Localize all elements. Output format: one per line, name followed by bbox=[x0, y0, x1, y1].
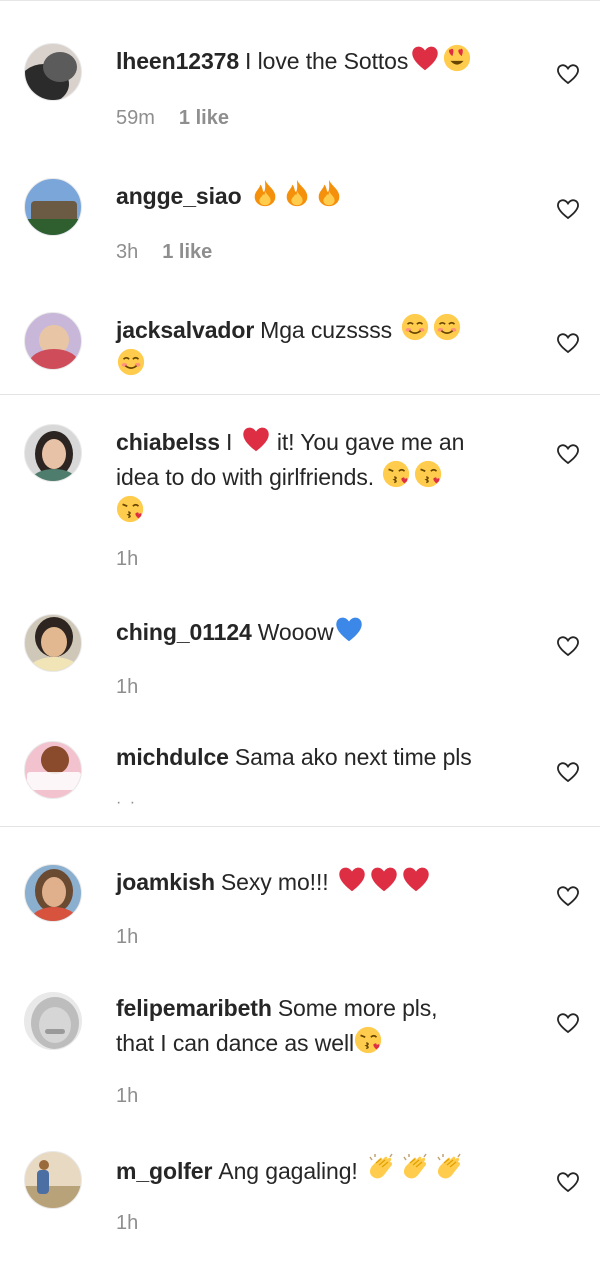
avatar[interactable] bbox=[24, 864, 82, 922]
heart-blue-icon bbox=[334, 614, 364, 644]
like-heart-icon[interactable] bbox=[556, 332, 580, 354]
avatar[interactable] bbox=[24, 992, 82, 1050]
avatar[interactable] bbox=[24, 614, 82, 672]
comment-meta: 1h bbox=[116, 1211, 138, 1235]
comment-username[interactable]: chiabelss bbox=[116, 429, 220, 455]
fire-icon bbox=[250, 178, 280, 208]
comment-text: Ang gagaling! bbox=[218, 1158, 358, 1184]
blush-icon bbox=[432, 312, 462, 342]
comment-body: m_golfer Ang gagaling! bbox=[116, 1151, 526, 1188]
comment-body: lheen12378 I love the Sottos bbox=[116, 43, 526, 78]
comment-text: that I can dance as well bbox=[116, 1030, 354, 1056]
comment-body: jacksalvador Mga cuzssss bbox=[116, 312, 526, 382]
comment-time: 1h bbox=[116, 1085, 139, 1107]
comment-likes[interactable]: 1 like bbox=[179, 107, 229, 129]
blush-icon bbox=[116, 347, 146, 377]
heart-red-icon bbox=[369, 864, 399, 894]
fire-icon bbox=[282, 178, 312, 208]
comment-text: Some more pls, bbox=[277, 995, 438, 1021]
heart-red-icon bbox=[401, 864, 431, 894]
comment-username[interactable]: jacksalvador bbox=[116, 317, 254, 343]
section-divider bbox=[0, 826, 600, 827]
comment-body: ching_01124 Wooow bbox=[116, 614, 526, 649]
like-heart-icon[interactable] bbox=[556, 63, 580, 85]
section-divider bbox=[0, 394, 600, 395]
comment-text: it! You gave me an bbox=[276, 429, 465, 455]
comment-time: 3h bbox=[116, 241, 139, 263]
clap-icon bbox=[434, 1151, 466, 1183]
avatar[interactable] bbox=[24, 178, 82, 236]
comment-text: Sama ako next time pls bbox=[234, 744, 472, 770]
heart-red-icon bbox=[337, 864, 367, 894]
comment-meta: 1h bbox=[116, 925, 138, 949]
blush-icon bbox=[400, 312, 430, 342]
comment-username[interactable]: michdulce bbox=[116, 744, 229, 770]
comment-time: 1h bbox=[116, 548, 139, 570]
comment-text: I love the Sottos bbox=[245, 48, 409, 74]
avatar[interactable] bbox=[24, 424, 82, 482]
comment-text: idea to do with girlfriends. bbox=[116, 464, 375, 490]
comment-likes[interactable]: 1 like bbox=[162, 241, 212, 263]
comment-time: 1h bbox=[116, 676, 139, 698]
comment-text: Sexy mo!!! bbox=[220, 869, 329, 895]
like-heart-icon[interactable] bbox=[556, 885, 580, 907]
like-heart-icon[interactable] bbox=[556, 1171, 580, 1193]
comment-body: angge_siao bbox=[116, 178, 526, 213]
fire-icon bbox=[314, 178, 344, 208]
heart-eyes-icon bbox=[442, 43, 472, 73]
comment-username[interactable]: joamkish bbox=[116, 869, 215, 895]
more-indicator: · · bbox=[116, 794, 138, 811]
clap-icon bbox=[366, 1151, 398, 1183]
comment-username[interactable]: lheen12378 bbox=[116, 48, 239, 74]
comment-text: Wooow bbox=[257, 619, 334, 645]
clap-icon bbox=[400, 1151, 432, 1183]
top-divider bbox=[0, 0, 600, 1]
comment-time: 1h bbox=[116, 1212, 139, 1234]
comment-time: 59m bbox=[116, 107, 155, 129]
kiss-icon bbox=[382, 459, 412, 489]
kiss-icon bbox=[414, 459, 444, 489]
heart-red-icon bbox=[410, 43, 440, 73]
like-heart-icon[interactable] bbox=[556, 443, 580, 465]
comment-text: I bbox=[225, 429, 233, 455]
kiss-icon bbox=[116, 494, 146, 524]
comment-body: michdulce Sama ako next time pls bbox=[116, 741, 526, 774]
like-heart-icon[interactable] bbox=[556, 761, 580, 783]
like-heart-icon[interactable] bbox=[556, 1012, 580, 1034]
comment-meta: 3h 1 like bbox=[116, 240, 212, 264]
avatar[interactable] bbox=[24, 741, 82, 799]
comment-time: 1h bbox=[116, 926, 139, 948]
kiss-icon bbox=[354, 1025, 384, 1055]
avatar[interactable] bbox=[24, 43, 82, 101]
like-heart-icon[interactable] bbox=[556, 198, 580, 220]
comment-body: chiabelss I it! You gave me an idea to do … bbox=[116, 424, 526, 529]
comment-body: joamkish Sexy mo!!! bbox=[116, 864, 526, 899]
comment-text: Mga cuzssss bbox=[260, 317, 392, 343]
comment-username[interactable]: felipemaribeth bbox=[116, 995, 272, 1021]
avatar[interactable] bbox=[24, 1151, 82, 1209]
avatar[interactable] bbox=[24, 312, 82, 370]
like-heart-icon[interactable] bbox=[556, 635, 580, 657]
comment-meta: 1h bbox=[116, 675, 138, 699]
comment-meta: 1h bbox=[116, 1084, 138, 1108]
comment-meta: 1h bbox=[116, 547, 138, 571]
comment-username[interactable]: ching_01124 bbox=[116, 619, 252, 645]
comment-username[interactable]: m_golfer bbox=[116, 1158, 212, 1184]
comment-meta: 59m 1 like bbox=[116, 106, 229, 130]
comment-body: felipemaribeth Some more pls, that I can d… bbox=[116, 992, 526, 1060]
comment-username[interactable]: angge_siao bbox=[116, 183, 242, 209]
heart-red-icon bbox=[241, 424, 271, 454]
